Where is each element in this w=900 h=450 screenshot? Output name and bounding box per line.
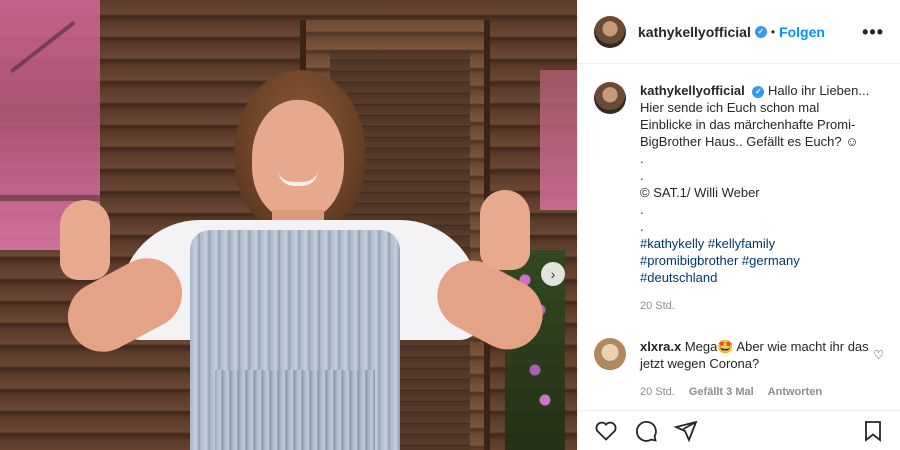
comment-icon[interactable] bbox=[634, 419, 658, 443]
avatar[interactable] bbox=[594, 15, 626, 48]
thumb-up-right bbox=[480, 190, 530, 270]
caption-line: Einblicke in das märchenhafte Promi- bbox=[640, 117, 856, 132]
header-username[interactable]: kathykellyofficial bbox=[638, 24, 751, 40]
comment-timestamp: 20 Std. bbox=[640, 386, 675, 398]
hashtag-line[interactable]: #deutschland bbox=[640, 269, 870, 286]
carousel-next-icon[interactable]: › bbox=[541, 262, 565, 286]
hashtag-line[interactable]: #promibigbrother #germany bbox=[640, 252, 870, 269]
heart-icon[interactable] bbox=[594, 419, 618, 443]
caption: kathykellyofficial ✓ Hallo ihr Lieben...… bbox=[594, 82, 884, 312]
caption-line: . bbox=[640, 168, 644, 183]
hashtag-line[interactable]: #kathykelly #kellyfamily bbox=[640, 235, 870, 252]
separator: • bbox=[770, 24, 776, 39]
caption-text: kathykellyofficial ✓ Hallo ihr Lieben...… bbox=[640, 82, 870, 286]
reply-button[interactable]: Antworten bbox=[768, 386, 822, 398]
commenter-username[interactable]: xlxra.x bbox=[640, 339, 681, 354]
more-options-icon[interactable]: ••• bbox=[862, 22, 884, 43]
action-bar bbox=[578, 410, 900, 450]
caption-line: Hier sende ich Euch schon mal bbox=[640, 100, 820, 115]
caption-line: . bbox=[640, 219, 644, 234]
caption-line: © SAT.1/ Willi Weber bbox=[640, 185, 760, 200]
comment-meta: 20 Std. Gefällt 3 Mal Antworten bbox=[640, 386, 870, 398]
caption-avatar[interactable] bbox=[594, 82, 626, 114]
caption-line: Hallo ihr Lieben... bbox=[768, 83, 870, 98]
comments-section: kathykellyofficial ✓ Hallo ihr Lieben...… bbox=[578, 64, 900, 404]
comment-like-icon[interactable]: ♡ bbox=[873, 348, 884, 362]
face bbox=[252, 100, 344, 220]
caption-timestamp: 20 Std. bbox=[640, 300, 675, 312]
verified-icon: ✓ bbox=[754, 25, 767, 38]
post-photo[interactable]: › bbox=[0, 0, 577, 450]
caption-username[interactable]: kathykellyofficial bbox=[640, 83, 745, 98]
window-right bbox=[540, 70, 577, 210]
caption-line: BigBrother Haus.. Gefällt es Euch? ☺ bbox=[640, 134, 859, 149]
post-header: kathykellyofficial ✓ • Folgen ••• bbox=[578, 0, 900, 64]
share-icon[interactable] bbox=[673, 419, 698, 443]
follow-button[interactable]: Folgen bbox=[779, 24, 825, 40]
bookmark-icon[interactable] bbox=[861, 419, 885, 443]
thumb-up-left bbox=[60, 200, 110, 280]
apron bbox=[215, 370, 375, 450]
post-sidebar: kathykellyofficial ✓ • Folgen ••• kathyk… bbox=[577, 0, 900, 450]
caption-line: . bbox=[640, 151, 644, 166]
comment-likes[interactable]: Gefällt 3 Mal bbox=[689, 386, 754, 398]
caption-line: . bbox=[640, 202, 644, 217]
verified-icon: ✓ bbox=[752, 85, 765, 98]
comment-item: xlxra.x Mega🤩 Aber wie macht ihr das jet… bbox=[594, 338, 884, 398]
comment-text: xlxra.x Mega🤩 Aber wie macht ihr das jet… bbox=[640, 338, 870, 372]
person bbox=[40, 70, 555, 450]
commenter-avatar[interactable] bbox=[594, 338, 626, 370]
